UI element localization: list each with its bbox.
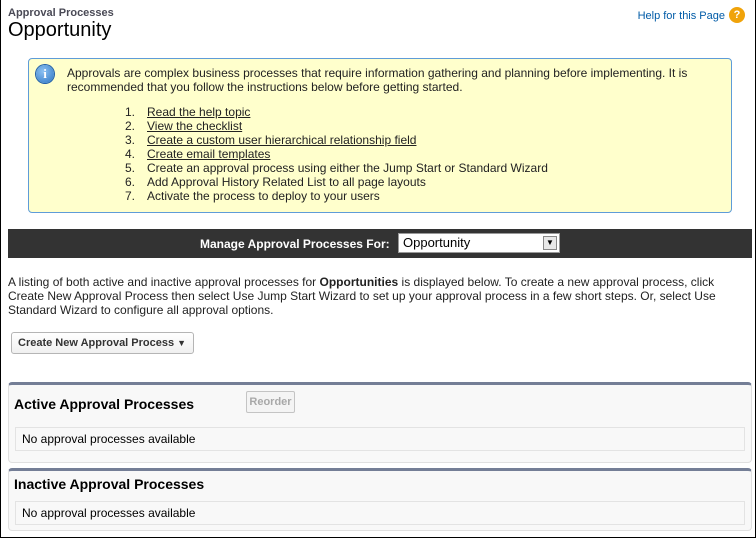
step-item: 7. Activate the process to deploy to your…: [125, 189, 380, 203]
active-approval-processes-section: Active Approval Processes Reorder No app…: [8, 382, 752, 463]
step-item: 4. Create email templates: [125, 147, 271, 161]
empty-message: No approval processes available: [15, 501, 745, 525]
caret-down-icon: ▼: [177, 338, 186, 348]
reorder-button[interactable]: Reorder: [246, 391, 295, 413]
section-title: Inactive Approval Processes: [14, 476, 205, 492]
info-box: i Approvals are complex business process…: [28, 58, 732, 213]
help-icon[interactable]: ?: [729, 7, 745, 23]
object-select[interactable]: Opportunity ▼: [398, 233, 560, 253]
empty-message: No approval processes available: [15, 427, 745, 451]
help-for-this-page-link[interactable]: Help for this Page: [638, 10, 725, 22]
view-checklist-link[interactable]: View the checklist: [147, 119, 242, 133]
breadcrumb: Approval Processes: [8, 7, 114, 19]
chevron-down-icon[interactable]: ▼: [543, 236, 557, 250]
section-title: Active Approval Processes: [14, 396, 195, 412]
create-email-templates-link[interactable]: Create email templates: [147, 147, 270, 161]
step-item: 3. Create a custom user hierarchical rela…: [125, 133, 417, 147]
object-select-value: Opportunity: [403, 235, 471, 250]
step-item: 5. Create an approval process using eithe…: [125, 161, 548, 175]
steps-list: 1. Read the help topic 2. View the checkli…: [125, 105, 548, 203]
step-item: 1. Read the help topic: [125, 105, 251, 119]
manage-label: Manage Approval Processes For:: [200, 237, 390, 251]
description-text: A listing of both active and inactive ap…: [8, 275, 716, 317]
create-new-approval-process-button[interactable]: Create New Approval Process ▼: [11, 332, 194, 354]
step-item: 6. Add Approval History Related List to a…: [125, 175, 426, 189]
manage-bar: Manage Approval Processes For: Opportuni…: [8, 229, 752, 258]
page-title: Opportunity: [8, 19, 112, 41]
step-item: 2. View the checklist: [125, 119, 243, 133]
info-icon: i: [36, 65, 54, 83]
create-hierarchical-field-link[interactable]: Create a custom user hierarchical relati…: [147, 133, 416, 147]
read-help-topic-link[interactable]: Read the help topic: [147, 105, 250, 119]
inactive-approval-processes-section: Inactive Approval Processes No approval …: [8, 468, 752, 531]
info-intro-text: Approvals are complex business processes…: [67, 66, 688, 94]
page-frame: Approval Processes Opportunity Help for …: [0, 0, 756, 538]
